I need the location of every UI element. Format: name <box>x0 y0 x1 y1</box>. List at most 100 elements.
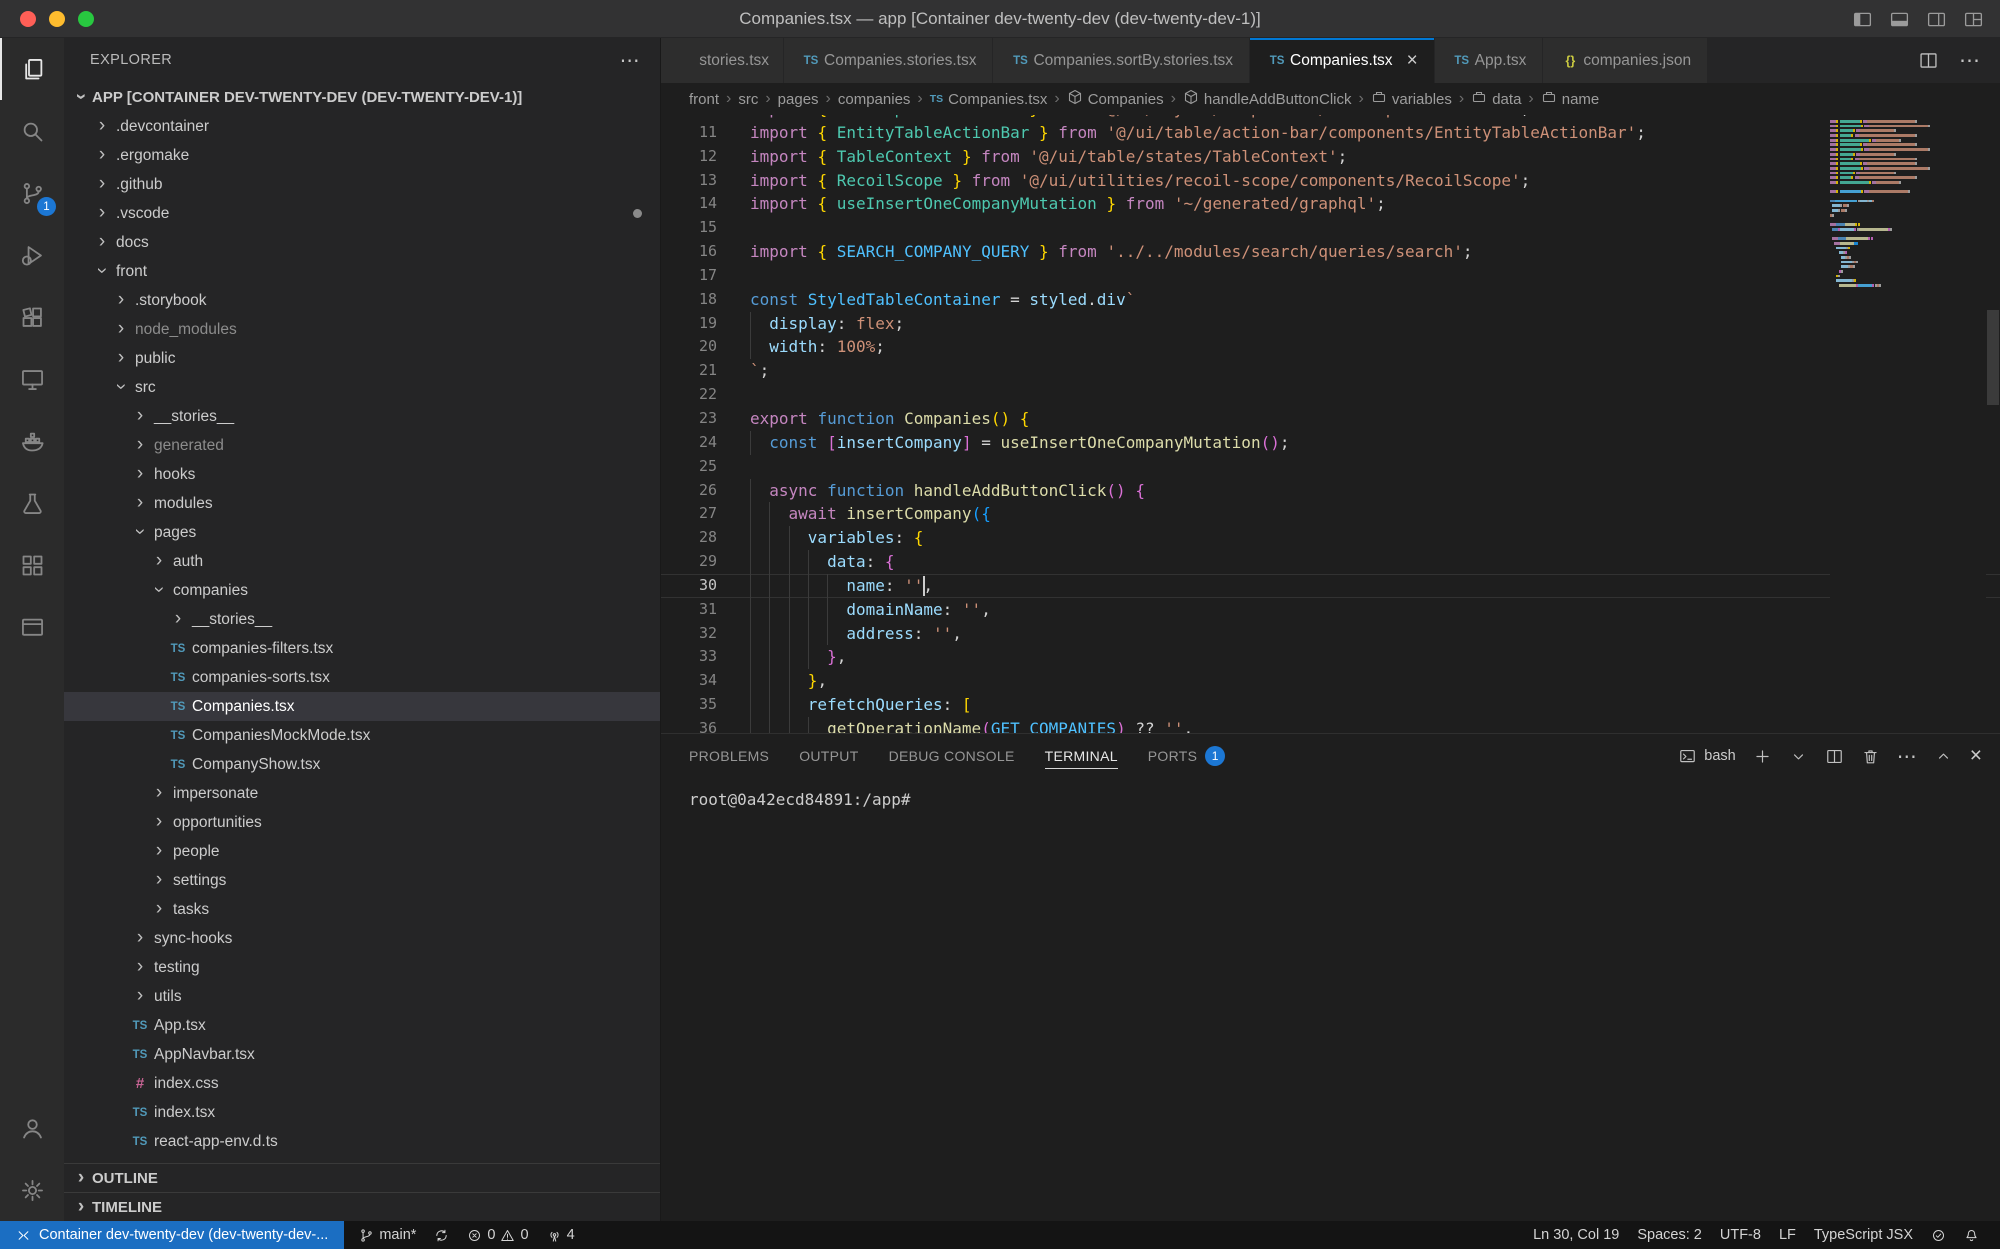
code-line[interactable]: 11import { EntityTableActionBar } from '… <box>661 121 2000 145</box>
tree-item-auth[interactable]: ›auth <box>64 547 660 576</box>
kill-terminal-icon[interactable] <box>1861 747 1880 766</box>
language-indicator[interactable]: TypeScript JSX <box>1805 1221 1922 1249</box>
toggle-sidebar-icon[interactable] <box>1852 9 1873 30</box>
sidebar-item-run-debug[interactable] <box>0 224 64 286</box>
tree-item-companies[interactable]: ›companies <box>64 576 660 605</box>
outline-section[interactable]: › OUTLINE <box>64 1163 660 1192</box>
tree-item-people[interactable]: ›people <box>64 837 660 866</box>
breadcrumb-item-pages[interactable]: pages <box>778 91 819 108</box>
sidebar-item-preview[interactable] <box>0 596 64 658</box>
code-line[interactable]: 18const StyledTableContainer = styled.di… <box>661 288 2000 312</box>
breadcrumb-item-variables[interactable]: variables <box>1371 89 1452 109</box>
encoding-indicator[interactable]: UTF-8 <box>1711 1221 1770 1249</box>
breadcrumb-item-Companies[interactable]: Companies <box>1067 89 1164 109</box>
code-line[interactable]: 32 address: '', <box>661 622 2000 646</box>
close-panel-icon[interactable]: × <box>1970 744 1982 768</box>
tree-item-index.css[interactable]: #index.css <box>64 1069 660 1098</box>
breadcrumb-item-data[interactable]: data <box>1471 89 1521 109</box>
tree-item-App.tsx[interactable]: TSApp.tsx <box>64 1011 660 1040</box>
breadcrumb-item-src[interactable]: src <box>738 91 758 108</box>
code-line[interactable]: 29 data: { <box>661 550 2000 574</box>
tree-item-.devcontainer[interactable]: ›.devcontainer <box>64 112 660 141</box>
split-terminal-icon[interactable] <box>1825 747 1844 766</box>
tree-item-AppNavbar.tsx[interactable]: TSAppNavbar.tsx <box>64 1040 660 1069</box>
chevron-down-icon[interactable] <box>1789 747 1808 766</box>
workspace-section-header[interactable]: › APP [CONTAINER DEV-TWENTY-DEV (DEV-TWE… <box>64 82 660 112</box>
branch-indicator[interactable]: main* <box>350 1221 425 1249</box>
close-window-button[interactable] <box>20 11 36 27</box>
tree-item-.github[interactable]: ›.github <box>64 170 660 199</box>
problems-indicator[interactable]: 0 0 <box>458 1221 537 1249</box>
tab-companies.json[interactable]: {}companies.json <box>1543 38 1708 83</box>
accounts-button[interactable] <box>0 1097 64 1159</box>
tree-item-impersonate[interactable]: ›impersonate <box>64 779 660 808</box>
tab-Companies.sortBy.stories.tsx[interactable]: TSCompanies.sortBy.stories.tsx <box>993 38 1250 83</box>
new-terminal-icon[interactable] <box>1753 747 1772 766</box>
more-actions-icon[interactable]: ⋯ <box>1959 48 1980 73</box>
code-line[interactable]: 24 const [insertCompany] = useInsertOneC… <box>661 431 2000 455</box>
tree-item-public[interactable]: ›public <box>64 344 660 373</box>
code-line[interactable]: 36 getOperationName(GET_COMPANIES) ?? ''… <box>661 717 2000 733</box>
panel-more-actions-icon[interactable]: ⋯ <box>1897 744 1917 769</box>
panel-tab-output[interactable]: OUTPUT <box>799 734 858 778</box>
sidebar-item-kubernetes[interactable] <box>0 534 64 596</box>
terminal[interactable]: root@0a42ecd84891:/app# <box>661 778 2000 1221</box>
code-line[interactable]: 22 <box>661 383 2000 407</box>
code-line[interactable]: 12import { TableContext } from '@/ui/tab… <box>661 145 2000 169</box>
code-line[interactable]: 13import { RecoilScope } from '@/ui/util… <box>661 169 2000 193</box>
split-editor-icon[interactable] <box>1918 50 1939 71</box>
code-line[interactable]: 14import { useInsertOneCompanyMutation }… <box>661 192 2000 216</box>
code-line[interactable]: 35 refetchQueries: [ <box>661 693 2000 717</box>
tree-item-tasks[interactable]: ›tasks <box>64 895 660 924</box>
close-tab-icon[interactable]: × <box>1407 50 1418 72</box>
tree-item-index.tsx[interactable]: TSindex.tsx <box>64 1098 660 1127</box>
code-line[interactable]: 30 name: '', <box>661 574 2000 598</box>
tree-item-companies-sorts.tsx[interactable]: TScompanies-sorts.tsx <box>64 663 660 692</box>
tree-item-modules[interactable]: ›modules <box>64 489 660 518</box>
code-line[interactable]: 28 variables: { <box>661 526 2000 550</box>
sync-button[interactable] <box>425 1221 458 1249</box>
code-line[interactable]: 20 width: 100%; <box>661 335 2000 359</box>
panel-tab-debug-console[interactable]: DEBUG CONSOLE <box>889 734 1015 778</box>
panel-tab-ports[interactable]: PORTS1 <box>1148 734 1225 778</box>
breadcrumb-item-handleAddButtonClick[interactable]: handleAddButtonClick <box>1183 89 1352 109</box>
tree-item-front[interactable]: ›front <box>64 257 660 286</box>
tree-item-src[interactable]: ›src <box>64 373 660 402</box>
timeline-section[interactable]: › TIMELINE <box>64 1192 660 1221</box>
code-editor[interactable]: 10import { WithTopBarContainer } from '@… <box>661 115 2000 733</box>
toggle-secondary-sidebar-icon[interactable] <box>1926 9 1947 30</box>
toggle-panel-icon[interactable] <box>1889 9 1910 30</box>
tree-item-.ergomake[interactable]: ›.ergomake <box>64 141 660 170</box>
sidebar-item-explorer[interactable] <box>0 38 64 100</box>
tree-item-generated[interactable]: ›generated <box>64 431 660 460</box>
code-line[interactable]: 27 await insertCompany({ <box>661 502 2000 526</box>
panel-tab-problems[interactable]: PROBLEMS <box>689 734 769 778</box>
ports-indicator[interactable]: 4 <box>538 1221 584 1249</box>
tree-item-CompanyShow.tsx[interactable]: TSCompanyShow.tsx <box>64 750 660 779</box>
sidebar-item-search[interactable] <box>0 100 64 162</box>
tree-item-__stories__[interactable]: ›__stories__ <box>64 605 660 634</box>
tree-item-testing[interactable]: ›testing <box>64 953 660 982</box>
tree-item-settings[interactable]: ›settings <box>64 866 660 895</box>
tree-item-.storybook[interactable]: ›.storybook <box>64 286 660 315</box>
remote-indicator[interactable]: Container dev-twenty-dev (dev-twenty-dev… <box>0 1221 344 1249</box>
code-line[interactable]: 15 <box>661 216 2000 240</box>
breadcrumb-item-Companies.tsx[interactable]: TSCompanies.tsx <box>930 91 1048 108</box>
tree-item-hooks[interactable]: ›hooks <box>64 460 660 489</box>
code-line[interactable]: 16import { SEARCH_COMPANY_QUERY } from '… <box>661 240 2000 264</box>
tree-item-CompaniesMockMode.tsx[interactable]: TSCompaniesMockMode.tsx <box>64 721 660 750</box>
code-line[interactable]: 17 <box>661 264 2000 288</box>
tree-item-pages[interactable]: ›pages <box>64 518 660 547</box>
sidebar-item-source-control[interactable]: 1 <box>0 162 64 224</box>
code-line[interactable]: 26 async function handleAddButtonClick()… <box>661 479 2000 503</box>
tree-item-docs[interactable]: ›docs <box>64 228 660 257</box>
tab-App.tsx[interactable]: TSApp.tsx <box>1435 38 1544 83</box>
code-line[interactable]: 21`; <box>661 359 2000 383</box>
code-line[interactable]: 31 domainName: '', <box>661 598 2000 622</box>
zoom-window-button[interactable] <box>78 11 94 27</box>
tree-item-Companies.tsx[interactable]: TSCompanies.tsx <box>64 692 660 721</box>
code-line[interactable]: 23export function Companies() { <box>661 407 2000 431</box>
breadcrumb-item-name[interactable]: name <box>1541 89 1600 109</box>
code-line[interactable]: 34 }, <box>661 669 2000 693</box>
tab-Companies.stories.tsx[interactable]: TSCompanies.stories.tsx <box>784 38 993 83</box>
